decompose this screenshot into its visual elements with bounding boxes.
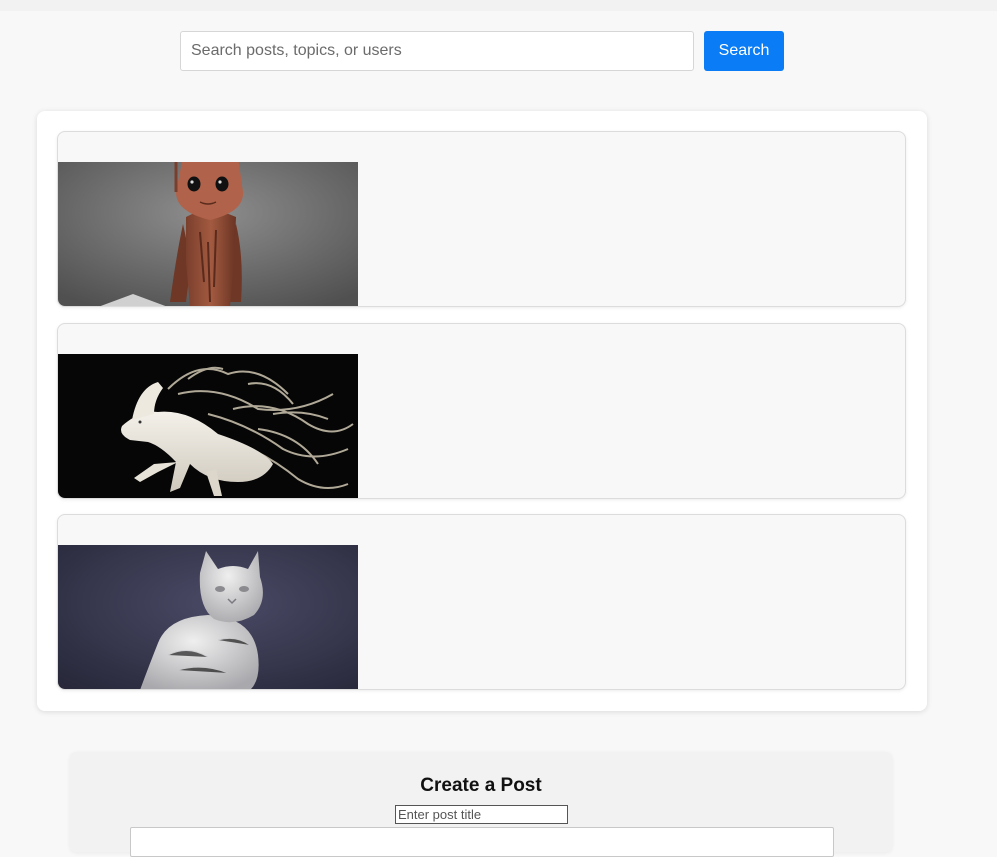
post-feed [37, 111, 927, 711]
create-post-panel: Create a Post [70, 752, 892, 857]
search-input[interactable] [180, 31, 694, 71]
post-title-input[interactable] [395, 805, 568, 824]
top-strip [0, 0, 997, 11]
post-card[interactable] [57, 514, 906, 690]
search-button[interactable]: Search [704, 31, 784, 71]
post-card[interactable] [57, 131, 906, 307]
post-card[interactable] [57, 323, 906, 499]
create-post-heading: Create a Post [420, 775, 542, 796]
post-image-groot [58, 162, 358, 306]
post-image-horse [58, 354, 358, 498]
post-image-cat [58, 545, 358, 689]
